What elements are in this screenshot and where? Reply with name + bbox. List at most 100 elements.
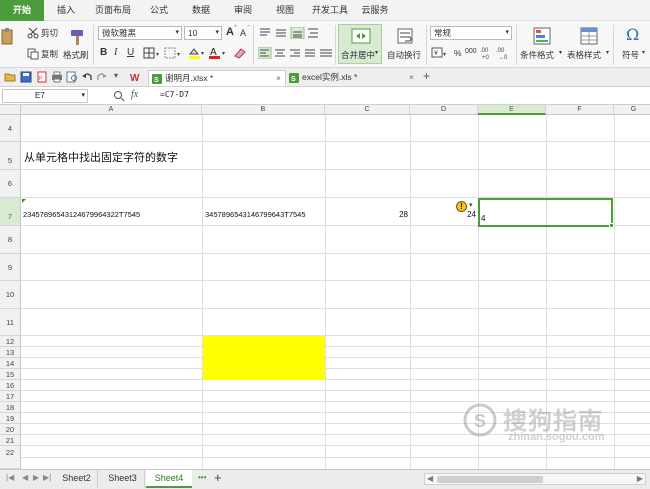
horizontal-align-icons[interactable] [258,47,334,59]
cell-style-icon[interactable]: ▾ [164,47,182,59]
menu-tab-view[interactable]: 视图 [268,0,302,21]
add-sheet-icon[interactable]: + [214,470,222,485]
horizontal-scrollbar[interactable]: ◀ ▶ [424,473,646,485]
row-header-17[interactable]: 17 [0,391,21,402]
symbol-button[interactable]: Ω 符号 ▾ [617,24,649,64]
fill-handle[interactable] [609,223,614,228]
undo-icon[interactable] [81,71,93,83]
chevron-down-icon[interactable]: ▾ [469,201,473,209]
menu-tab-review[interactable]: 审阅 [226,0,260,21]
column-header-d[interactable]: D [410,105,478,115]
prev-sheet-icon[interactable]: ◀ [22,473,28,482]
fill-color-icon[interactable]: ▾ [187,46,207,60]
menu-tab-developer[interactable]: 开发工具 [308,0,352,21]
row-header-18[interactable]: 18 [0,402,21,413]
sheet-tab-sheet3[interactable]: Sheet3 [101,470,145,488]
more-sheets-icon[interactable]: ••• [198,473,206,482]
name-box[interactable]: E7 ▾ [2,89,88,103]
menu-tab-insert[interactable]: 插入 [48,0,84,21]
row-header-13[interactable]: 13 [0,347,21,358]
print-icon[interactable] [51,71,63,83]
document-tab-active[interactable]: S 谢明月.xlsx * × [148,70,286,86]
document-tab[interactable]: S excel实例.xls * × [286,70,418,86]
row-header-7[interactable]: 7 [0,198,21,226]
menu-tab-data[interactable]: 数据 [184,0,218,21]
table-style-button[interactable]: 表格样式 ▾ [566,24,610,64]
sheet-tab-sheet4[interactable]: Sheet4 [146,470,192,488]
italic-button[interactable]: I [114,47,117,58]
last-sheet-icon[interactable]: ▶| [43,473,51,482]
cell-a5[interactable]: 从单元格中找出固定字符的数字 [24,149,178,165]
menu-tab-home[interactable]: 开始 [0,0,44,21]
sheet-tab-sheet2[interactable]: Sheet2 [56,470,98,488]
row-header-5[interactable]: 5 [0,142,21,170]
column-header-a[interactable]: A [21,105,202,115]
close-icon[interactable]: × [276,71,281,86]
row-header-9[interactable]: 9 [0,254,21,281]
column-header-c[interactable]: C [325,105,410,115]
redo-icon[interactable] [96,71,108,83]
row-header-19[interactable]: 19 [0,413,21,424]
currency-icon[interactable]: ¥ ▾ [431,46,449,60]
thousands-button[interactable]: 000 [465,48,477,55]
row-header-14[interactable]: 14 [0,358,21,369]
customize-qat-chevron-icon[interactable]: ▾ [114,71,118,80]
underline-button[interactable]: U [127,47,134,58]
increase-decimal-icon[interactable]: .00+0 [480,46,494,60]
menu-tab-page-layout[interactable]: 页面布局 [88,0,138,21]
row-header-11[interactable]: 11 [0,309,21,336]
row-header-4[interactable]: 4 [0,115,21,142]
print-preview-icon[interactable] [66,71,78,83]
column-header-f[interactable]: F [546,105,614,115]
decrease-decimal-icon[interactable]: .00→0 [496,46,510,60]
row-header-21[interactable]: 21 [0,435,21,446]
font-color-icon[interactable]: A ▾ [208,46,230,60]
next-sheet-icon[interactable]: ▶ [33,473,39,482]
row-header-16[interactable]: 16 [0,380,21,391]
row-header-22[interactable]: 22 [0,446,21,469]
zoom-search-icon[interactable] [113,90,125,102]
row-header-12[interactable]: 12 [0,336,21,347]
save-icon[interactable] [20,71,32,83]
row-header-10[interactable]: 10 [0,281,21,309]
conditional-format-button[interactable]: 条件格式 ▾ [519,24,563,64]
highlighted-cells-b12-b15[interactable] [203,336,325,380]
select-all-corner[interactable] [0,105,21,115]
row-header-8[interactable]: 8 [0,226,21,254]
column-header-e[interactable]: E [478,105,546,115]
font-size-select[interactable]: 10 ▾ [184,26,222,40]
vertical-align-icons[interactable] [258,27,320,39]
scrollbar-thumb[interactable] [437,476,543,483]
column-header-g[interactable]: G [614,105,650,115]
shrink-font-button[interactable]: A [240,28,246,38]
font-name-select[interactable]: 微软雅黑 ▾ [98,26,182,40]
clear-format-icon[interactable] [232,47,248,59]
cell-b7[interactable]: 3457896543146799643T7545 [205,210,306,219]
format-painter-button[interactable]: 格式刷 [62,25,90,63]
copy-button[interactable]: 复制 [26,46,62,60]
grow-font-button[interactable]: A [226,26,234,38]
first-sheet-icon[interactable]: |◀ [6,473,14,482]
percent-button[interactable]: % [454,48,462,58]
wrap-text-button[interactable]: 自动换行 [386,24,422,64]
formula-input[interactable]: =C7-D7 [150,89,648,103]
merge-center-button[interactable]: 合并居中 ▾ [338,24,382,64]
scroll-left-icon[interactable]: ◀ [427,474,433,483]
borders-icon[interactable]: ▾ [143,47,161,59]
menu-tab-formulas[interactable]: 公式 [142,0,176,21]
open-folder-icon[interactable] [4,71,16,83]
paste-button[interactable] [0,27,14,61]
column-header-b[interactable]: B [202,105,325,115]
scroll-right-icon[interactable]: ▶ [637,474,643,483]
close-icon[interactable]: × [409,70,414,85]
function-wizard-button[interactable]: fx [131,89,138,100]
cell-a7[interactable]: 23457896543124679964322T7545 [23,210,140,219]
new-tab-plus-icon[interactable]: + [423,69,430,83]
cell-c7[interactable]: 28 [326,210,408,219]
row-header-15[interactable]: 15 [0,369,21,380]
spreadsheet-grid[interactable]: A B C D E F G 4 5 6 7 8 9 10 11 12 13 14… [0,105,650,469]
selected-cell-e7[interactable]: 4 [478,198,614,228]
menu-tab-cloud[interactable]: 云服务 [358,0,392,21]
wps-logo-icon[interactable]: W [130,71,144,83]
bold-button[interactable]: B [100,47,107,58]
